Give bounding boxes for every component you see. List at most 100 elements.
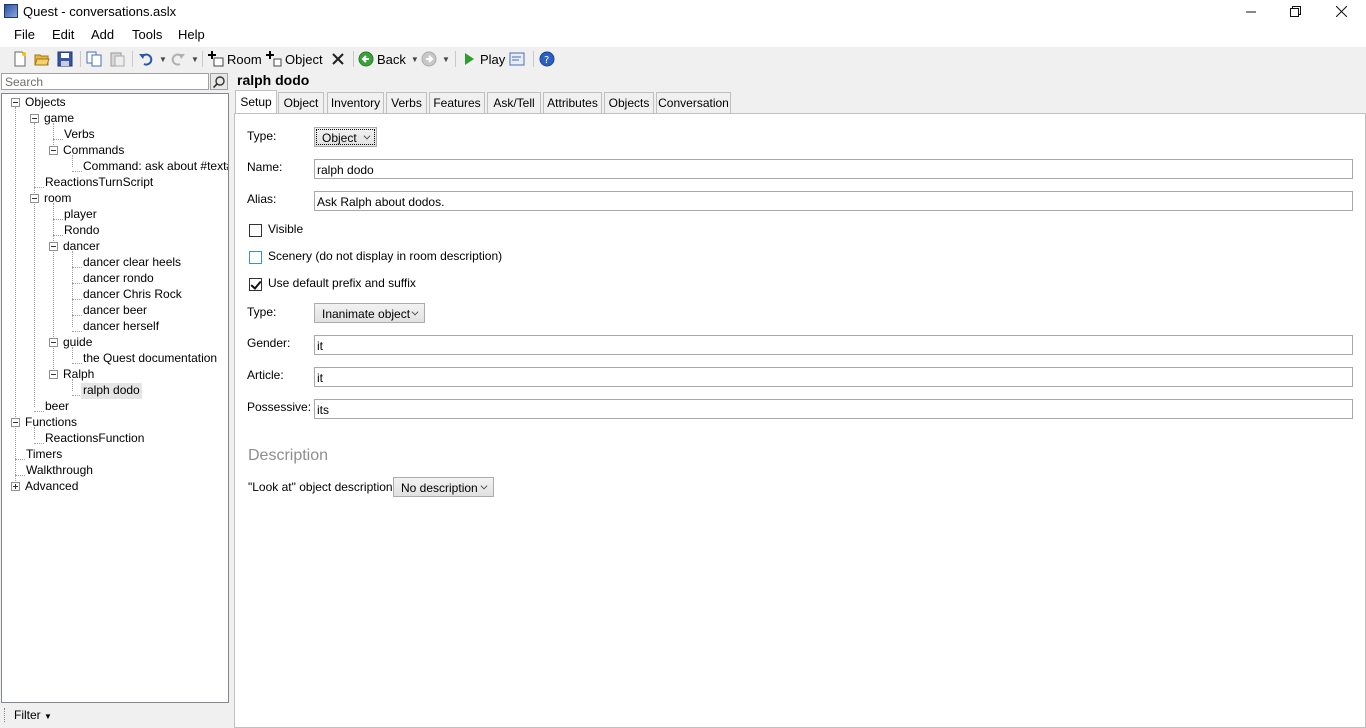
tree-collapse-icon[interactable] [49,146,58,155]
tree-node[interactable]: dancer clear heels [83,255,181,271]
search-button[interactable] [210,73,228,90]
tab-ask-tell[interactable]: Ask/Tell [487,92,541,113]
tree-node[interactable]: Command: ask about #text# [83,159,228,175]
menu-add[interactable]: Add [91,27,114,42]
add-room-icon [208,51,224,67]
tree-collapse-icon[interactable] [30,114,39,123]
tree-node[interactable]: Ralph [63,367,94,383]
undo-dropdown-icon[interactable]: ▼ [159,55,167,64]
tree-expand-icon[interactable] [11,482,20,491]
back-label: Back [377,51,406,67]
tree-collapse-icon[interactable] [49,370,58,379]
article-field[interactable]: it [314,367,1353,387]
tab-attributes[interactable]: Attributes [543,92,602,113]
close-window-button[interactable] [1318,0,1364,23]
default-prefix-checkbox[interactable] [249,278,262,291]
tree-collapse-icon[interactable] [49,338,58,347]
copy-icon [86,51,102,67]
tree-collapse-icon[interactable] [11,98,20,107]
look-at-description-value: No description [401,481,478,495]
forward-dropdown-icon[interactable]: ▼ [442,55,450,64]
tree-node[interactable]: beer [45,399,69,415]
tab-inventory[interactable]: Inventory [327,92,384,113]
type-select[interactable]: Object [314,127,377,147]
tree-connector [72,171,82,172]
filter-label: Filter [14,708,41,722]
tree-node-selected[interactable]: ralph dodo [81,383,142,399]
tree-node[interactable]: Verbs [64,127,95,143]
tree-node[interactable]: guide [63,335,92,351]
tree-node[interactable]: ReactionsTurnScript [45,175,153,191]
gender-field[interactable]: it [314,335,1353,355]
tab-objects[interactable]: Objects [604,92,654,113]
menu-tools[interactable]: Tools [132,27,162,42]
paste-button[interactable] [109,50,125,68]
tab-setup[interactable]: Setup [235,90,277,113]
play-label: Play [480,51,506,67]
object-tree[interactable]: Objects game Verbs Commands Command: ask… [1,93,229,703]
search-input[interactable] [1,73,209,90]
add-room-button[interactable]: Room [208,50,262,68]
tree-node[interactable]: dancer Chris Rock [83,287,182,303]
tree-connector [53,219,63,220]
tree-collapse-icon[interactable] [11,418,20,427]
tree-node[interactable]: dancer herself [83,319,159,335]
tab-object[interactable]: Object [278,92,324,113]
tree-node[interactable]: dancer rondo [83,271,154,287]
menu-edit[interactable]: Edit [52,27,74,42]
tree-node[interactable]: dancer [63,239,100,255]
tree-node[interactable]: Walkthrough [26,463,93,479]
tree-node[interactable]: Advanced [25,479,78,495]
tree-node[interactable]: room [44,191,71,207]
restore-button[interactable] [1272,0,1318,23]
tree-node[interactable]: Timers [26,447,62,463]
tree-connector [34,411,44,412]
add-object-button[interactable]: Object [266,50,323,68]
tree-node[interactable]: Commands [63,143,124,159]
tree-collapse-icon[interactable] [49,242,58,251]
minimize-button[interactable] [1228,0,1274,23]
object-type-value: Inanimate object [322,307,411,321]
redo-button[interactable]: ▼ [170,50,199,68]
tree-node[interactable]: player [64,207,97,223]
tree-node[interactable]: Objects [25,95,66,111]
tree-node[interactable]: ReactionsFunction [45,431,144,447]
object-type-select[interactable]: Inanimate object [314,303,425,323]
tab-verbs[interactable]: Verbs [386,92,427,113]
tree-node[interactable]: dancer beer [83,303,147,319]
visible-checkbox[interactable] [249,224,262,237]
tab-features[interactable]: Features [429,92,485,113]
alias-label: Alias: [247,192,277,206]
tree-node[interactable]: Functions [25,415,77,431]
menu-file[interactable]: File [14,27,35,42]
new-file-button[interactable] [12,50,28,68]
help-button[interactable]: ? [539,50,555,68]
copy-button[interactable] [86,50,102,68]
left-panel: Objects game Verbs Commands Command: ask… [0,71,231,703]
open-file-button[interactable] [34,50,50,68]
back-dropdown-icon[interactable]: ▼ [411,55,419,64]
menu-help[interactable]: Help [178,27,205,42]
play-button[interactable]: Play [461,50,505,68]
filter-button[interactable]: Filter ▼ [14,708,52,722]
tree-guide-line [15,107,16,487]
name-field[interactable]: ralph dodo [314,159,1353,179]
tree-node[interactable]: Rondo [64,223,99,239]
tab-conversation[interactable]: Conversation [656,92,731,113]
delete-button[interactable] [330,50,346,68]
back-button[interactable]: Back ▼ [358,50,419,68]
look-at-description-select[interactable]: No description [393,477,494,497]
tree-node[interactable]: game [44,111,74,127]
undo-button[interactable]: ▼ [138,50,167,68]
tree-collapse-icon[interactable] [30,194,39,203]
save-button[interactable] [57,50,73,68]
code-view-button[interactable] [509,50,525,68]
object-type-label: Type: [247,305,277,319]
scenery-checkbox[interactable] [249,251,262,264]
forward-button[interactable]: ▼ [421,50,450,68]
undo-icon [139,53,153,66]
tree-node[interactable]: the Quest documentation [83,351,217,367]
alias-field[interactable]: Ask Ralph about dodos. [314,191,1353,211]
redo-dropdown-icon[interactable]: ▼ [191,55,199,64]
possessive-field[interactable]: its [314,399,1353,419]
